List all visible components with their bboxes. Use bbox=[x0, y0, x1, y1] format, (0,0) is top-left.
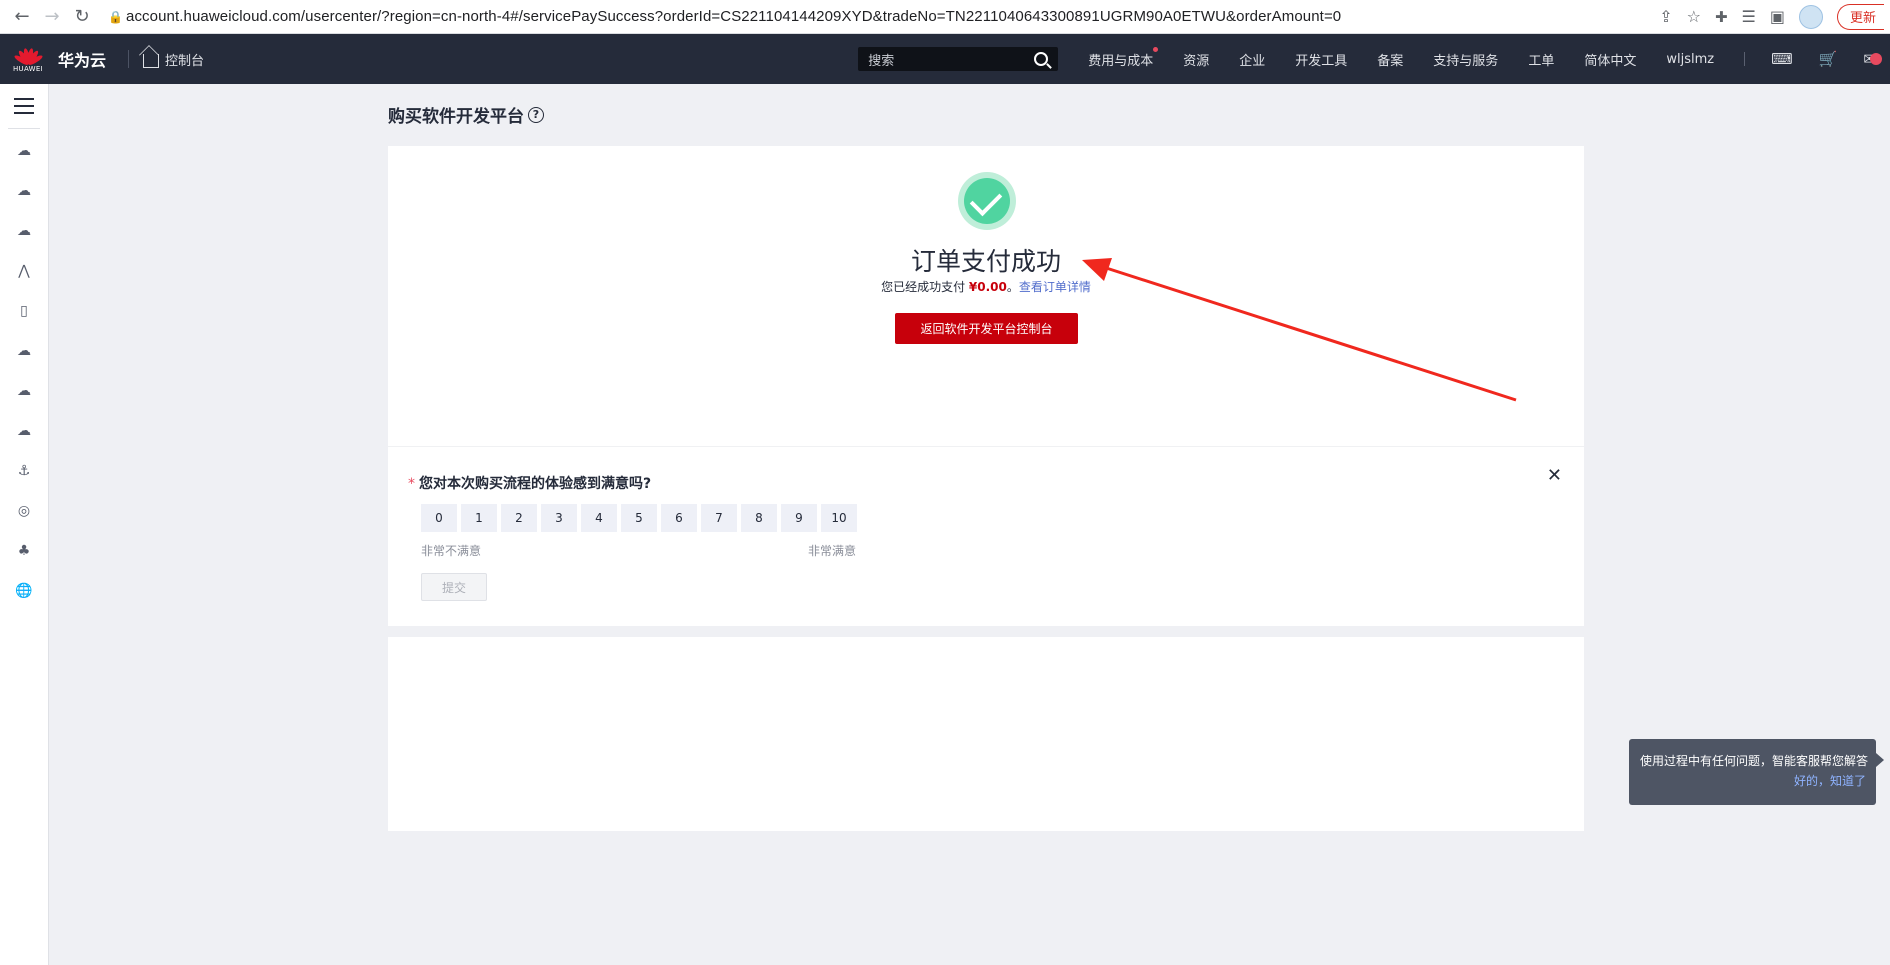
globe-icon[interactable]: 🌐 bbox=[14, 582, 34, 600]
extensions-icon[interactable]: ✚ bbox=[1715, 8, 1728, 26]
cart-icon[interactable]: 🛒 bbox=[1819, 50, 1838, 68]
score-options: 0 1 2 3 4 5 6 7 8 9 10 bbox=[421, 504, 857, 532]
sidebar-divider bbox=[8, 128, 40, 129]
score-option[interactable]: 5 bbox=[621, 504, 657, 532]
score-option[interactable]: 2 bbox=[501, 504, 537, 532]
mail-icon[interactable]: ✉ bbox=[1863, 50, 1882, 68]
reload-icon[interactable]: ↻ bbox=[72, 6, 92, 27]
cloud-icon[interactable]: ☁ bbox=[14, 342, 34, 360]
page-title-text: 购买软件开发平台 bbox=[388, 107, 524, 127]
score-option[interactable]: 8 bbox=[741, 504, 777, 532]
console-link[interactable]: 控制台 bbox=[143, 50, 204, 69]
tooltip-text: 使用过程中有任何问题，智能客服帮您解答 bbox=[1640, 754, 1869, 768]
cloud-monitor-icon[interactable]: ☁ bbox=[14, 422, 34, 440]
logo-text: HUAWEI bbox=[12, 64, 43, 73]
nav-filing[interactable]: 备案 bbox=[1377, 50, 1403, 69]
score-high-label: 非常满意 bbox=[808, 544, 857, 558]
url-text[interactable]: account.huaweicloud.com/usercenter/?regi… bbox=[126, 8, 1341, 25]
menu-icon[interactable] bbox=[14, 98, 34, 119]
profile-avatar[interactable] bbox=[1798, 4, 1823, 29]
nav-cost-label: 费用与成本 bbox=[1088, 53, 1154, 69]
mail-badge bbox=[1870, 53, 1882, 65]
header-divider-right bbox=[1744, 52, 1746, 66]
required-mark: * bbox=[408, 476, 415, 492]
cloud-compute-icon[interactable]: ☁ bbox=[14, 182, 34, 200]
nav-resources[interactable]: 资源 bbox=[1183, 50, 1209, 69]
console-header: HUAWEI 华为云 控制台 搜索 费用与成本 资源 企业 开发工具 备案 支持… bbox=[0, 34, 1890, 84]
search-input[interactable]: 搜索 bbox=[858, 47, 1059, 71]
paid-text: 您已经成功支付 bbox=[881, 280, 969, 294]
back-arrow-icon[interactable]: ← bbox=[12, 6, 32, 27]
score-option[interactable]: 1 bbox=[461, 504, 497, 532]
cluster-icon[interactable]: ♣ bbox=[14, 542, 34, 560]
success-subtitle: 您已经成功支付 ¥0.00。查看订单详情 bbox=[388, 278, 1584, 295]
nav-enterprise[interactable]: 企业 bbox=[1239, 50, 1265, 69]
update-button[interactable]: 更新 bbox=[1836, 3, 1884, 30]
cloud-server-icon[interactable]: ☁ bbox=[14, 142, 34, 160]
score-low-label: 非常不满意 bbox=[421, 544, 482, 558]
cloud-security-icon[interactable]: ☁ bbox=[14, 382, 34, 400]
user-menu[interactable]: wljslmz bbox=[1666, 52, 1714, 67]
notification-dot bbox=[1153, 46, 1159, 52]
network-icon[interactable]: ⋀ bbox=[14, 262, 34, 280]
lock-icon[interactable]: 🔒 bbox=[108, 10, 126, 24]
brand-name[interactable]: 华为云 bbox=[58, 47, 106, 71]
share-icon[interactable]: ⇪ bbox=[1659, 7, 1672, 26]
nav-support[interactable]: 支持与服务 bbox=[1433, 50, 1498, 69]
return-console-button[interactable]: 返回软件开发平台控制台 bbox=[895, 313, 1078, 344]
empty-panel bbox=[388, 637, 1584, 831]
forward-arrow-icon[interactable]: → bbox=[42, 6, 62, 27]
header-divider bbox=[128, 50, 130, 68]
order-details-link[interactable]: 查看订单详情 bbox=[1019, 280, 1091, 294]
address-bar[interactable]: 🔒 account.huaweicloud.com/usercenter/?re… bbox=[108, 3, 1659, 31]
nav-dev-tools[interactable]: 开发工具 bbox=[1295, 50, 1347, 69]
score-option[interactable]: 6 bbox=[661, 504, 697, 532]
help-icon[interactable]: ? bbox=[528, 106, 544, 123]
assistant-tooltip: 使用过程中有任何问题，智能客服帮您解答 好的，知道了 bbox=[1629, 739, 1884, 805]
nav-tickets[interactable]: 工单 bbox=[1528, 50, 1554, 69]
score-option[interactable]: 9 bbox=[781, 504, 817, 532]
satisfaction-survey: ✕ * 您对本次购买流程的体验感到满意吗? 0 1 2 3 4 5 6 7 8 9… bbox=[388, 446, 1584, 626]
score-option[interactable]: 4 bbox=[581, 504, 617, 532]
header-right: 搜索 费用与成本 资源 企业 开发工具 备案 支持与服务 工单 简体中文 wlj… bbox=[858, 34, 1890, 84]
console-label: 控制台 bbox=[165, 53, 205, 69]
page-title: 购买软件开发平台 ? bbox=[388, 102, 544, 127]
side-panel-icon[interactable]: ▣ bbox=[1770, 7, 1785, 26]
close-icon[interactable]: ✕ bbox=[1547, 465, 1562, 486]
huawei-logo[interactable]: HUAWEI bbox=[8, 34, 48, 84]
survey-question: * 您对本次购买流程的体验感到满意吗? bbox=[408, 473, 651, 493]
score-option[interactable]: 7 bbox=[701, 504, 737, 532]
score-option[interactable]: 3 bbox=[541, 504, 577, 532]
success-title: 订单支付成功 bbox=[910, 247, 1061, 276]
anchor-icon[interactable]: ⚓ bbox=[14, 462, 34, 480]
browser-actions: ⇪ ☆ ✚ ☰ ▣ 更新 bbox=[1659, 3, 1890, 30]
reading-list-icon[interactable]: ☰ bbox=[1742, 7, 1756, 26]
paid-amount: ¥0.00 bbox=[968, 280, 1007, 294]
home-icon bbox=[143, 54, 160, 68]
score-option[interactable]: 10 bbox=[821, 504, 857, 532]
storage-icon[interactable]: ▯ bbox=[14, 302, 34, 320]
score-option[interactable]: 0 bbox=[421, 504, 457, 532]
cloud-shell-icon[interactable]: ⌨ bbox=[1771, 50, 1793, 68]
search-placeholder: 搜索 bbox=[868, 53, 895, 69]
language-switch[interactable]: 简体中文 bbox=[1584, 50, 1636, 69]
huawei-flower-icon bbox=[13, 46, 44, 66]
survey-submit-button[interactable]: 提交 bbox=[421, 573, 487, 601]
success-check-icon bbox=[958, 172, 1016, 230]
cloud-database-icon[interactable]: ☁ bbox=[14, 222, 34, 240]
browser-nav: ← → ↻ bbox=[0, 6, 108, 27]
search-icon[interactable] bbox=[1034, 52, 1049, 66]
browser-toolbar: ← → ↻ 🔒 account.huaweicloud.com/usercent… bbox=[0, 0, 1890, 34]
bookmark-star-icon[interactable]: ☆ bbox=[1687, 7, 1701, 26]
sentence-end: 。 bbox=[1006, 280, 1019, 294]
ip-icon[interactable]: ◎ bbox=[14, 502, 34, 520]
nav-cost[interactable]: 费用与成本 bbox=[1088, 46, 1159, 69]
payment-success-card: 订单支付成功 您已经成功支付 ¥0.00。查看订单详情 返回软件开发平台控制台 bbox=[388, 146, 1584, 446]
tooltip-dismiss-link[interactable]: 好的，知道了 bbox=[1640, 772, 1866, 789]
service-sidebar: ☁ ☁ ☁ ⋀ ▯ ☁ ☁ ☁ ⚓ ◎ ♣ 🌐 bbox=[0, 84, 49, 965]
survey-question-text: 您对本次购买流程的体验感到满意吗? bbox=[419, 476, 652, 492]
